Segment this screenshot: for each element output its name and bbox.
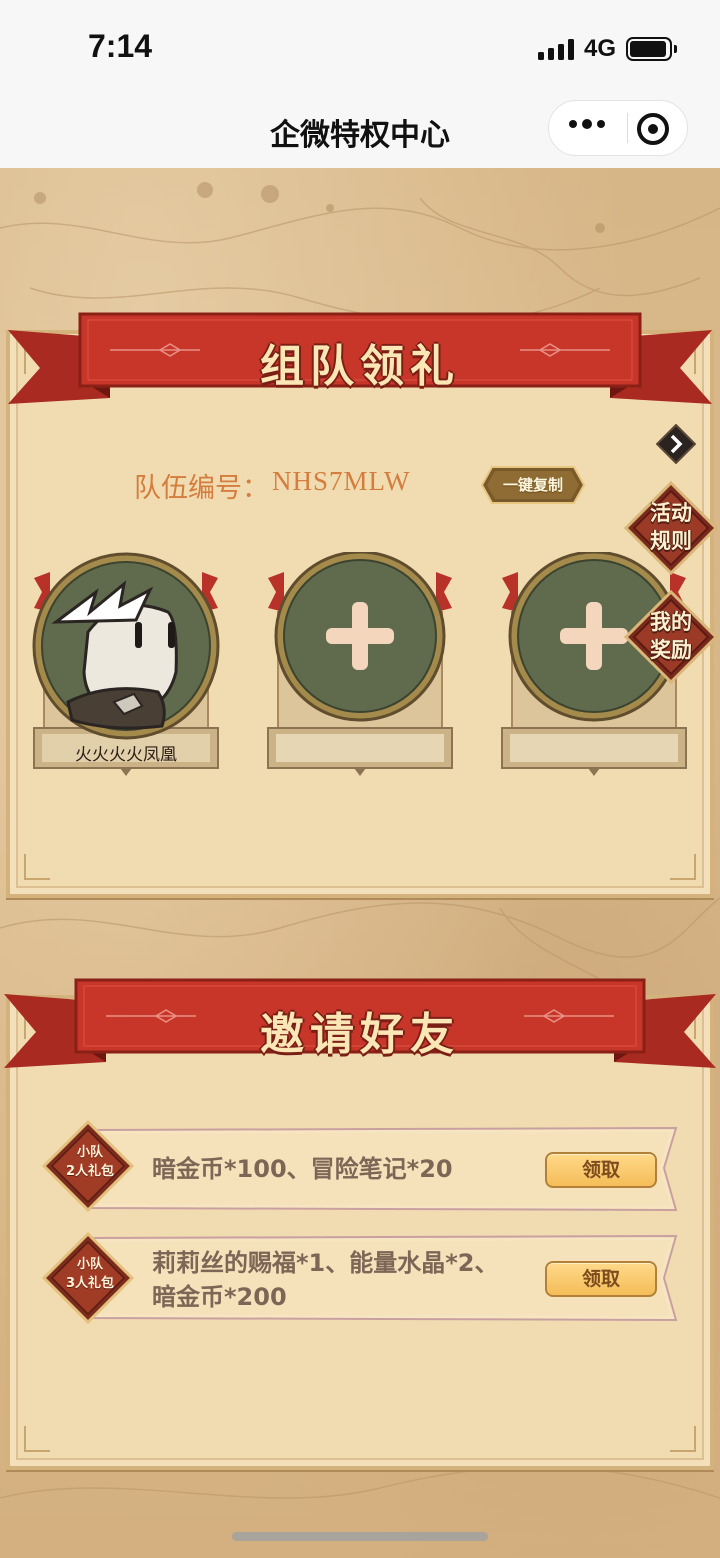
copy-button-label: 一键复制 [502, 476, 563, 494]
panel-corner [670, 854, 696, 880]
team-banner-title: 组队领礼 [260, 341, 460, 392]
reward-row: 小队 2人礼包 暗金币*100、冒险笔记*20 领取 [40, 1120, 680, 1216]
my-rewards-button[interactable]: 我的 奖励 [624, 590, 718, 684]
claim-button[interactable]: 领取 [545, 1261, 657, 1297]
pack-label: 小队 2人礼包 [50, 1143, 130, 1181]
nav-bar: 企微特权中心 [0, 94, 720, 168]
more-icon[interactable] [569, 119, 605, 129]
mini-program-capsule [548, 100, 688, 156]
rewards-badge-line2: 奖励 [650, 638, 692, 662]
team-code-value: NHS7MLW [272, 466, 411, 496]
status-indicators: 4G [537, 35, 677, 62]
invite-banner-title: 邀请好友 [260, 1009, 460, 1060]
claim-button[interactable]: 领取 [545, 1152, 657, 1188]
pack-label-line1: 小队 [76, 1257, 103, 1272]
panel-corner [24, 1426, 50, 1452]
pack-label: 小队 3人礼包 [50, 1255, 130, 1293]
reward-items-line2: 暗金币*200 [152, 1283, 287, 1311]
empty-slot-frame [267, 552, 453, 776]
panel-corner [670, 1426, 696, 1452]
team-code-label: 队伍编号： [134, 473, 269, 503]
team-member-slot-empty[interactable] [262, 552, 458, 778]
rewards-badge-line1: 我的 [650, 610, 692, 634]
battery-icon [626, 37, 677, 61]
reward-row: 小队 3人礼包 莉莉丝的赐福*1、能量水晶*2、 暗金币*200 领取 [40, 1232, 680, 1328]
copy-code-button[interactable]: 一键复制 [480, 465, 586, 505]
signal-icon [537, 38, 574, 60]
capsule-divider [627, 113, 628, 143]
home-indicator[interactable] [232, 1532, 488, 1541]
network-type: 4G [583, 35, 616, 62]
invite-banner: 邀请好友 [0, 976, 720, 1076]
pack-label-line2: 2人礼包 [65, 1164, 115, 1179]
close-icon[interactable] [637, 113, 669, 145]
activity-rules-button[interactable]: 活动 规则 [624, 481, 718, 575]
chevron-right-icon[interactable] [656, 424, 696, 464]
member-name: 火火火火凤凰 [75, 745, 177, 765]
status-bar: 7:14 4G [0, 0, 720, 94]
reward-items-line1: 莉莉丝的赐福*1、能量水晶*2、 [152, 1249, 499, 1277]
reward-items-line1: 暗金币*100、冒险笔记*20 [152, 1155, 453, 1183]
reward-items: 暗金币*100、冒险笔记*20 [152, 1152, 522, 1186]
rules-badge-line1: 活动 [650, 501, 692, 525]
pack-label-line2: 3人礼包 [65, 1276, 115, 1291]
team-member-slot[interactable]: 火火火火凤凰 [28, 552, 224, 778]
pack-label-line1: 小队 [76, 1145, 103, 1160]
status-time: 7:14 [88, 28, 153, 64]
team-banner: 组队领礼 [0, 308, 720, 408]
rules-badge-line2: 规则 [650, 529, 692, 553]
reward-items: 莉莉丝的赐福*1、能量水晶*2、 暗金币*200 [152, 1246, 522, 1314]
panel-corner [24, 854, 50, 880]
